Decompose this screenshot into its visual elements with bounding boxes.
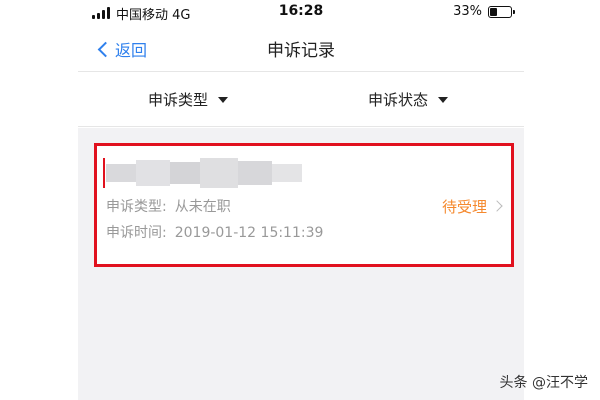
record-type-label: 申诉类型:	[106, 199, 167, 215]
blurred-record-title	[106, 156, 306, 190]
record-card[interactable]: 申诉类型: 从未在职 申诉时间: 2019-01-12 15:11:39 待受理	[94, 143, 514, 267]
record-time-row: 申诉时间: 2019-01-12 15:11:39	[106, 222, 323, 242]
chevron-right-icon	[491, 200, 503, 212]
status-badge: 待受理	[441, 198, 487, 216]
phone-screen: 中国移动 4G 16:28 33% 返回 申诉记录 申诉类型 申诉状态 申诉类型…	[78, 0, 524, 400]
record-time-value: 2019-01-12 15:11:39	[174, 225, 324, 241]
battery-icon	[488, 6, 515, 18]
filter-label: 申诉状态	[368, 91, 429, 109]
caret-down-icon	[218, 96, 229, 103]
record-type-row: 申诉类型: 从未在职	[106, 196, 231, 216]
caret-down-icon	[438, 96, 449, 103]
record-time-label: 申诉时间:	[106, 225, 167, 241]
highlight-mark	[103, 158, 105, 188]
battery-percentage: 33%	[453, 4, 482, 19]
watermark: 头条 @汪不学	[499, 375, 588, 391]
nav-bar: 返回 申诉记录	[78, 26, 524, 72]
filter-label: 申诉类型	[148, 91, 209, 109]
filter-appeal-status[interactable]: 申诉状态	[368, 89, 449, 110]
record-list: 申诉类型: 从未在职 申诉时间: 2019-01-12 15:11:39 待受理	[78, 128, 524, 400]
page-title: 申诉记录	[267, 41, 335, 61]
filter-bar: 申诉类型 申诉状态	[78, 73, 524, 127]
status-bar: 中国移动 4G 16:28 33%	[78, 0, 524, 26]
record-type-value: 从未在职	[174, 199, 231, 215]
filter-appeal-type[interactable]: 申诉类型	[148, 89, 229, 110]
